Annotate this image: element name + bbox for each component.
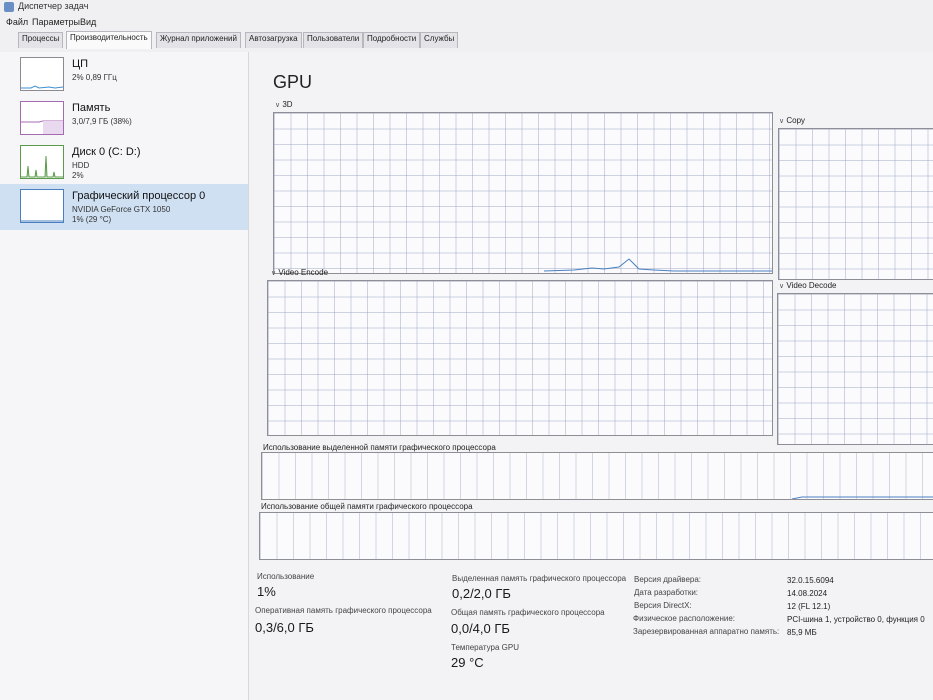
dedicated-memory-stat-value: 0,2/2,0 ГБ xyxy=(452,586,511,601)
info-value: 14.08.2024 xyxy=(787,589,828,598)
sidebar-item-detail: HDD xyxy=(72,161,90,170)
info-value: PCI-шина 1, устройство 0, функция 0 xyxy=(787,615,925,624)
graph-copy-label[interactable]: ∨ Copy xyxy=(779,116,805,125)
shared-memory-label: Использование общей памяти графического … xyxy=(261,502,473,511)
graph-3d xyxy=(273,112,773,274)
dedicated-memory-label: Использование выделенной памяти графичес… xyxy=(263,443,496,452)
title-bar: Диспетчер задач xyxy=(0,0,933,14)
dedicated-memory-graph xyxy=(261,452,933,500)
page-title: GPU xyxy=(273,72,313,92)
sidebar-item-label: Графический процессор 0 xyxy=(72,190,206,202)
gpu-panel: GPU ∨ 3D 1% ∨ Copy ∨ Video Encode 0% ∨ V… xyxy=(249,52,933,700)
menu-view[interactable]: Вид xyxy=(80,17,96,27)
shared-memory-graph xyxy=(259,512,933,560)
graph-video-encode xyxy=(267,280,773,436)
sidebar-item-memory[interactable]: Память 3,0/7,9 ГБ (38%) xyxy=(0,96,248,142)
chevron-down-icon: ∨ xyxy=(275,102,281,109)
window-title: Диспетчер задач xyxy=(18,1,89,11)
sidebar-item-label: Память xyxy=(72,102,111,114)
sidebar-item-detail: NVIDIA GeForce GTX 1050 xyxy=(72,205,171,214)
sidebar-item-label: ЦП xyxy=(72,58,89,70)
menu-bar: Файл Параметры Вид xyxy=(0,14,933,30)
info-label: Физическое расположение: xyxy=(633,614,735,623)
info-value: 32.0.15.6094 xyxy=(787,576,834,585)
menu-options[interactable]: Параметры xyxy=(32,17,80,27)
gpu-graph-icon xyxy=(20,189,64,223)
sidebar-item-usage: 1% (29 °C) xyxy=(72,215,112,224)
sidebar-item-gpu[interactable]: Графический процессор 0 NVIDIA GeForce G… xyxy=(0,184,248,230)
graph-copy xyxy=(778,128,933,280)
sidebar-item-disk[interactable]: Диск 0 (C: D:) HDD 2% xyxy=(0,140,248,186)
chevron-down-icon: ∨ xyxy=(271,270,277,277)
info-value: 12 (FL 12.1) xyxy=(787,602,831,611)
graph-video-encode-label[interactable]: ∨ Video Encode xyxy=(271,268,328,277)
shared-memory-stat-value: 0,0/4,0 ГБ xyxy=(451,621,510,636)
usage-value: 1% xyxy=(257,584,276,599)
info-label: Версия драйвера: xyxy=(634,575,702,584)
cpu-graph-icon xyxy=(20,57,64,91)
info-label: Зарезервированная аппаратно память: xyxy=(633,627,780,636)
tab-users[interactable]: Пользователи xyxy=(303,32,364,48)
info-label: Версия DirectX: xyxy=(634,601,692,610)
tab-app-history[interactable]: Журнал приложений xyxy=(156,32,241,48)
usage-label: Использование xyxy=(257,572,315,581)
shared-memory-stat-label: Общая память графического процессора xyxy=(451,608,605,617)
sidebar-item-cpu[interactable]: ЦП 2% 0,89 ГГц xyxy=(0,52,248,98)
memory-graph-icon xyxy=(20,101,64,135)
sidebar-item-detail: 3,0/7,9 ГБ (38%) xyxy=(72,117,132,126)
chevron-down-icon: ∨ xyxy=(779,118,785,125)
gpu-temperature-value: 29 °C xyxy=(451,655,484,670)
info-value: 85,9 МБ xyxy=(787,628,817,637)
tab-details[interactable]: Подробности xyxy=(363,32,421,48)
sidebar-item-usage: 2% xyxy=(72,171,84,180)
chevron-down-icon: ∨ xyxy=(779,283,785,290)
graph-video-decode-label[interactable]: ∨ Video Decode xyxy=(779,281,836,290)
gpu-ram-value: 0,3/6,0 ГБ xyxy=(255,620,314,635)
task-manager-icon xyxy=(4,2,14,12)
tab-processes[interactable]: Процессы xyxy=(18,32,64,48)
gpu-temperature-label: Температура GPU xyxy=(451,643,520,652)
resource-sidebar: ЦП 2% 0,89 ГГц Память 3,0/7,9 ГБ (38%) Д… xyxy=(0,52,249,700)
sidebar-item-detail: 2% 0,89 ГГц xyxy=(72,73,117,82)
gpu-ram-label: Оперативная память графического процессо… xyxy=(255,606,432,615)
graph-3d-label[interactable]: ∨ 3D xyxy=(275,100,293,109)
graph-video-decode xyxy=(777,293,933,445)
tab-services[interactable]: Службы xyxy=(420,32,459,48)
sidebar-item-label: Диск 0 (C: D:) xyxy=(72,146,141,158)
tab-startup[interactable]: Автозагрузка xyxy=(245,32,302,48)
disk-graph-icon xyxy=(20,145,64,179)
tab-performance[interactable]: Производительность xyxy=(66,31,152,49)
dedicated-memory-stat-label: Выделенная память графического процессор… xyxy=(452,574,627,583)
info-label: Дата разработки: xyxy=(634,588,699,597)
menu-file[interactable]: Файл xyxy=(6,17,28,27)
